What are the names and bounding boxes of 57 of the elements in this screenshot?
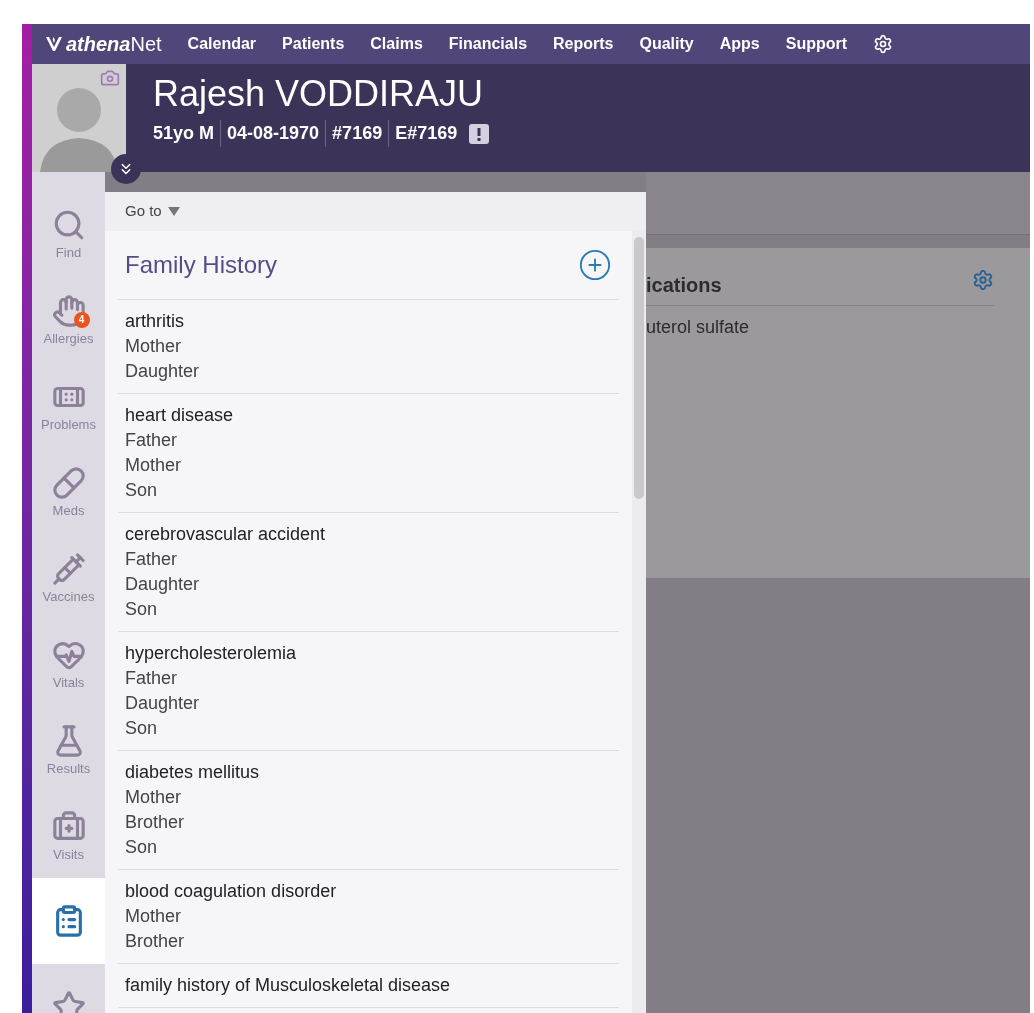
pill-icon	[51, 465, 86, 500]
patient-name: Rajesh VODDIRAJU	[153, 72, 485, 116]
nav-link[interactable]: Reports	[553, 32, 614, 56]
relative-name: Son	[125, 717, 159, 740]
relative-name: Son	[125, 479, 159, 502]
relative-name: Daughter	[125, 692, 201, 715]
sidebar-label: Results	[46, 761, 91, 775]
patient-detail: #7169	[325, 120, 389, 147]
nav-link[interactable]: Calendar	[187, 32, 257, 56]
sidebar-label: Find	[55, 245, 82, 259]
sidebar-label: Allergies	[43, 331, 94, 345]
nav-link[interactable]: Claims	[370, 32, 423, 56]
relative-name: Daughter	[125, 573, 201, 596]
relative-name: Father	[125, 548, 179, 571]
relative-name: Brother	[125, 811, 186, 834]
go-to-dropdown[interactable]: Go to	[125, 200, 180, 223]
settings-icon[interactable]	[873, 34, 894, 54]
condition-name: family history of Musculoskeletal disease	[125, 974, 452, 997]
sidebar-label: Visits	[53, 847, 84, 861]
sidebar-label: Meds	[52, 503, 85, 517]
medication-name: uterol sulfate	[646, 316, 751, 339]
relative-name: Father	[125, 667, 179, 690]
sidebar-label: Problems	[41, 417, 96, 431]
condition-name: cerebrovascular accident	[125, 523, 327, 546]
condition-name: hypercholesterolemia	[125, 642, 298, 665]
nav-link[interactable]: Quality	[639, 32, 694, 56]
dropdown-caret-icon	[167, 207, 180, 216]
patient-detail: 51yo M	[153, 122, 216, 145]
condition-name: diabetes mellitus	[125, 761, 261, 784]
add-icon[interactable]	[578, 248, 612, 282]
nav-link[interactable]: Apps	[719, 32, 760, 56]
sidebar-label: Vitals	[52, 675, 85, 689]
card-title: ications	[646, 272, 722, 298]
condition-name: arthritis	[125, 310, 185, 333]
relative-name: Daughter	[125, 360, 201, 383]
relative-name: Mother	[125, 454, 183, 477]
nav-link[interactable]: Support	[785, 32, 848, 56]
syringe-icon	[51, 551, 86, 586]
sidebar-label: Vaccines	[42, 589, 95, 603]
relative-name: Mother	[125, 335, 183, 358]
relative-name: Mother	[125, 786, 183, 809]
relative-name: Father	[125, 429, 179, 452]
alert-icon[interactable]	[469, 123, 490, 144]
relative-name: Brother	[125, 930, 186, 953]
relative-name: Son	[125, 836, 159, 859]
condition-name: blood coagulation disorder	[125, 880, 338, 903]
relative-name: Mother	[125, 905, 183, 928]
app-logo: athenaNet	[66, 34, 162, 54]
count-badge: 4	[73, 311, 90, 328]
sidebar-item[interactable]	[32, 878, 105, 964]
patient-detail: E#7169	[388, 120, 464, 147]
panel-title: Family History	[125, 250, 277, 280]
relative-name: Son	[125, 598, 159, 621]
nav-link[interactable]: Financials	[448, 32, 528, 56]
condition-name: heart disease	[125, 404, 235, 427]
nav-link[interactable]: Patients	[282, 32, 345, 56]
patient-detail: 04-08-1970	[220, 120, 326, 147]
